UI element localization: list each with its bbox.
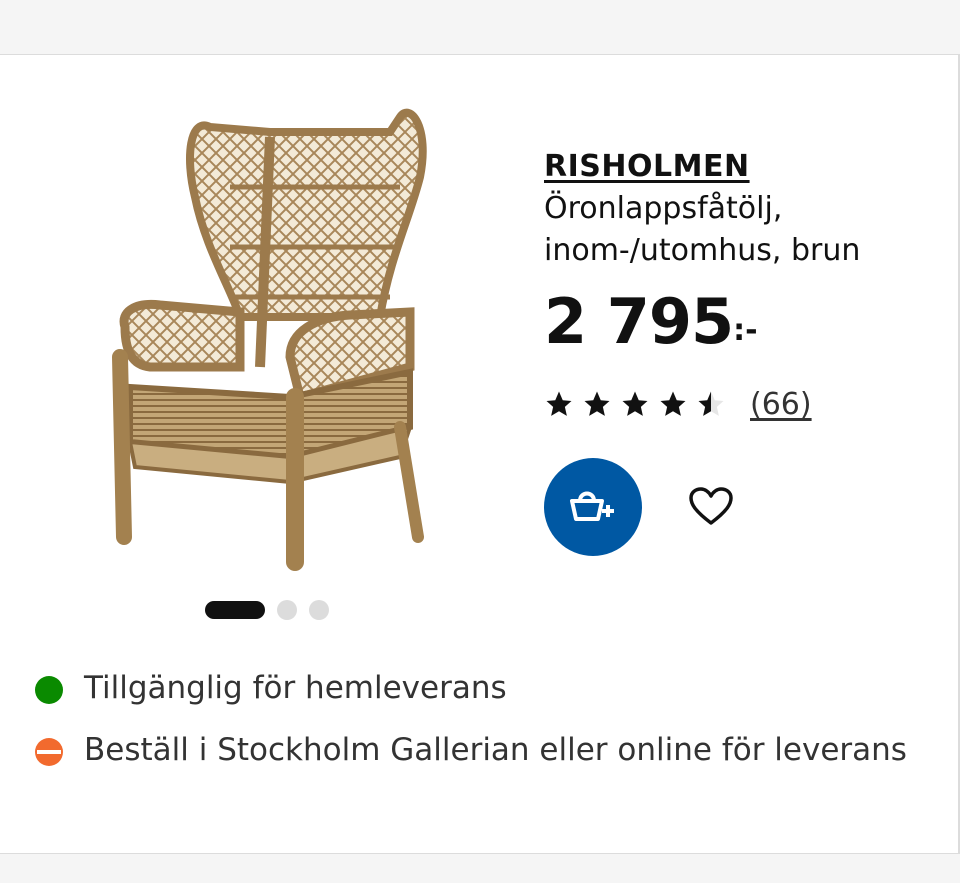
rating[interactable]: (66)	[544, 384, 944, 424]
star-full-icon	[622, 391, 648, 416]
product-card[interactable]: RISHOLMEN Öronlappsfåtölj, inom-/utomhus…	[0, 55, 960, 853]
star-half-icon	[698, 391, 724, 416]
price-amount: 2 795	[544, 285, 734, 358]
availability-text: Tillgänglig för hemleverans	[84, 670, 507, 706]
basket-plus-icon	[570, 491, 614, 521]
price-suffix: :-	[733, 313, 758, 348]
top-bar	[0, 0, 960, 55]
availability-list: Tillgänglig för hemleverans Beställ i St…	[34, 667, 934, 791]
half-orange-dot-icon	[35, 738, 63, 766]
product-price: 2 795 :-	[544, 288, 944, 356]
product-info: RISHOLMEN Öronlappsfåtölj, inom-/utomhus…	[544, 149, 944, 556]
green-dot-icon	[35, 676, 63, 704]
carousel-dot-active[interactable]	[205, 601, 265, 619]
availability-text: Beställ i Stockholm Gallerian eller onli…	[84, 732, 907, 768]
bottom-bar	[0, 853, 960, 883]
product-name-link[interactable]: RISHOLMEN	[544, 149, 944, 184]
heart-outline-icon	[689, 487, 733, 525]
product-image[interactable]	[90, 97, 510, 577]
star-full-icon	[546, 391, 572, 416]
product-actions	[544, 458, 944, 556]
availability-home-delivery: Tillgänglig för hemleverans	[34, 667, 934, 709]
add-to-cart-button[interactable]	[544, 458, 642, 556]
carousel-dot[interactable]	[309, 600, 329, 620]
review-count-link[interactable]: (66)	[750, 387, 812, 422]
product-description: Öronlappsfåtölj, inom-/utomhus, brun	[544, 191, 861, 268]
carousel-indicator	[205, 600, 329, 620]
star-full-icon	[660, 391, 686, 416]
wicker-chair-illustration	[112, 108, 427, 571]
availability-store: Beställ i Stockholm Gallerian eller onli…	[34, 729, 934, 771]
star-full-icon	[584, 391, 610, 416]
favorite-button[interactable]	[686, 482, 736, 532]
star-rating	[544, 389, 726, 419]
carousel-dot[interactable]	[277, 600, 297, 620]
